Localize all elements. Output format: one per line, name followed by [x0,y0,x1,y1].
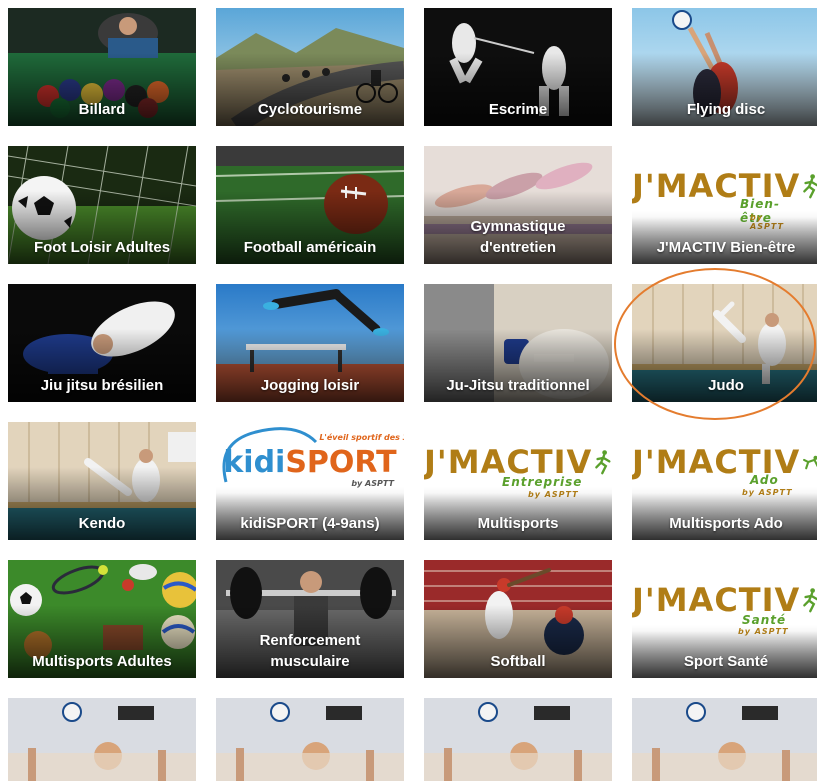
activity-tile-jiu-jitsu-bresilien[interactable]: Jiu jitsu brésilien [8,284,196,402]
activity-tile-volleyball[interactable] [8,698,196,781]
jmactiv-logo: J'MACTIV Ado by ASPTT [632,422,817,502]
activity-label: Judo [708,377,744,394]
volleyball-image [632,698,817,781]
jmactiv-logo: J'MACTIV Bien-être by ASPTT [632,146,817,231]
volleyball-image [424,698,612,781]
activity-label: Multisports Adultes [32,653,172,670]
activity-label: Cyclotourisme [257,101,363,118]
activity-tile-volleyball[interactable] [216,698,404,781]
activity-tile-multisports[interactable]: J'MACTIV Entreprise by ASPTT Multisports [424,422,612,540]
activity-label: Gymnastique d'entretien [470,218,566,256]
activity-tile-softball[interactable]: Softball [424,560,612,678]
jmactiv-logo: J'MACTIV Entreprise by ASPTT [424,422,612,502]
activity-tile-judo[interactable]: Judo [632,284,817,402]
activity-label: Softball [490,653,546,670]
activity-tile-cyclotourisme[interactable]: Cyclotourisme [216,8,404,126]
runner-figure-icon [803,174,817,199]
jmactiv-logo: J'MACTIV Santé by ASPTT [632,560,817,640]
activity-label: Multisports Ado [669,515,783,532]
activity-label: Multisports [477,515,559,532]
runner-figure-icon [595,450,611,475]
activity-label: kidiSPORT (4-9ans) [240,515,380,532]
activity-label: Sport Santé [683,653,769,670]
activity-label: Renforcement musculaire [259,632,361,670]
volleyball-image [8,698,196,781]
activity-label: Flying disc [686,101,766,118]
activity-label: Kendo [78,515,126,532]
activity-tile-multisports-adultes[interactable]: Multisports Adultes [8,560,196,678]
activity-tile-volleyball[interactable] [632,698,817,781]
activity-tile-jogging-loisir[interactable]: Jogging loisir [216,284,404,402]
activity-tile-renforcement-musculaire[interactable]: Renforcement musculaire [216,560,404,678]
activity-tile-football-americain[interactable]: Football américain [216,146,404,264]
activity-label: Escrime [488,101,548,118]
kidisport-logo: kidiSPORT L'éveil sportif des 3-6 ans by… [216,422,404,502]
activity-label: Foot Loisir Adultes [33,239,171,256]
climber-figure-icon [803,455,817,470]
activity-label: Jogging loisir [260,377,360,394]
activity-tile-foot-loisir-adultes[interactable]: Foot Loisir Adultes [8,146,196,264]
activity-tile-volleyball[interactable] [424,698,612,781]
activity-tile-escrime[interactable]: Escrime [424,8,612,126]
activity-tile-kidisport[interactable]: kidiSPORT L'éveil sportif des 3-6 ans by… [216,422,404,540]
activity-tile-gymnastique-dentretien[interactable]: Gymnastique d'entretien [424,146,612,264]
activity-label: Ju-Jitsu traditionnel [446,377,590,394]
activity-tile-multisports-ado[interactable]: J'MACTIV Ado by ASPTT Multisports Ado [632,422,817,540]
activity-label: Billard [78,101,126,118]
activity-tile-jmactiv-bien-etre[interactable]: J'MACTIV Bien-être by ASPTT J'MACTIV Bie… [632,146,817,264]
volleyball-image [216,698,404,781]
activity-label: J'MACTIV Bien-être [656,239,796,256]
activity-label: Football américain [243,239,377,256]
runner-figure-icon [803,588,817,613]
activities-grid: Billard Cyclotourisme Escrime Flying dis… [0,0,817,781]
activity-tile-kendo[interactable]: Kendo [8,422,196,540]
activity-tile-sport-sante[interactable]: J'MACTIV Santé by ASPTT Sport Santé [632,560,817,678]
activity-tile-flying-disc[interactable]: Flying disc [632,8,817,126]
activity-label: Jiu jitsu brésilien [40,377,164,394]
activity-tile-billard[interactable]: Billard [8,8,196,126]
activity-tile-ju-jitsu-traditionnel[interactable]: Ju-Jitsu traditionnel [424,284,612,402]
